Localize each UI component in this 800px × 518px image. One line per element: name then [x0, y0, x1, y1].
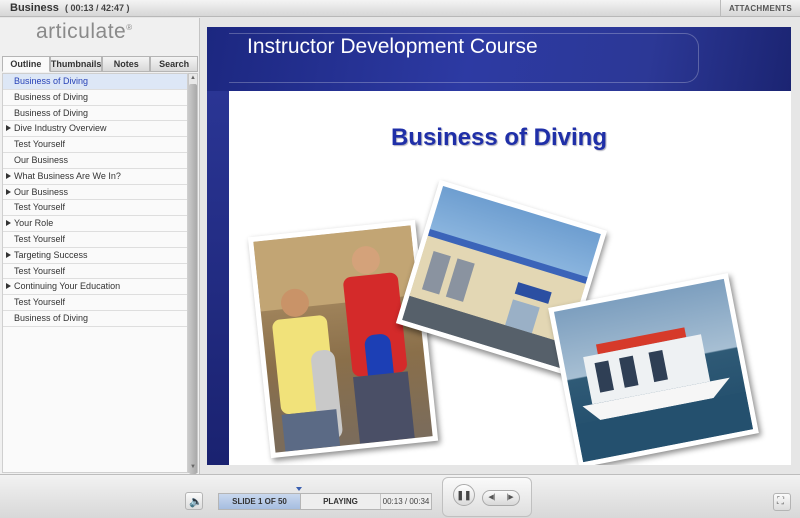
- outline-item-label: Business of Diving: [14, 76, 89, 86]
- outline-item[interactable]: Test Yourself: [3, 137, 187, 153]
- outline-item-label: Business of Diving: [14, 312, 89, 323]
- progress-bar[interactable]: SLIDE 1 OF 50 PLAYING 00:13 / 00:34: [218, 493, 432, 510]
- boat-photo-image: [553, 278, 754, 463]
- scroll-thumb[interactable]: [189, 84, 197, 474]
- pause-icon: ❚❚: [456, 490, 472, 500]
- outline-item-label: Business of Diving: [14, 91, 89, 102]
- outline-item-label: Test Yourself: [14, 139, 66, 150]
- sidebar-tabs: Outline Thumbnails Notes Search: [2, 56, 198, 72]
- course-banner: Instructor Development Course: [207, 27, 791, 91]
- outline-list: Business of Diving Business of Diving Busi…: [2, 73, 188, 473]
- outline-item[interactable]: Business of Diving: [3, 74, 187, 90]
- outline-item-label: Test Yourself: [14, 233, 66, 244]
- speaker-icon: 🔈: [189, 496, 203, 508]
- outline-item-label: Continuing Your Education: [14, 281, 121, 292]
- outline-item-label: Your Role: [14, 218, 54, 229]
- outline-item-label: Test Yourself: [14, 297, 66, 308]
- window-title: Business: [10, 2, 59, 14]
- slide-counter: SLIDE 1 OF 50: [219, 494, 301, 509]
- tab-thumbnails[interactable]: Thumbnails: [49, 56, 103, 72]
- outline-item[interactable]: Our Business: [3, 153, 187, 169]
- outline-item[interactable]: Business of Diving: [3, 90, 187, 106]
- outline-item[interactable]: Dive Industry Overview: [3, 121, 187, 138]
- attachments-button[interactable]: ATTACHMENTS: [720, 0, 800, 17]
- outline-item[interactable]: Test Yourself: [3, 232, 187, 248]
- slide-title: Business of Diving: [390, 124, 608, 151]
- top-bar: Business ( 00:13 / 42:47 ) ATTACHMENTS: [0, 0, 800, 17]
- divers-photo-image: [253, 225, 433, 453]
- outline-item-label: Targeting Success: [14, 249, 88, 260]
- expand-triangle-icon[interactable]: [6, 125, 11, 132]
- scroll-up-arrow-icon[interactable]: ▲: [189, 74, 197, 83]
- outline-item-label: Test Yourself: [14, 265, 66, 276]
- expand-triangle-icon[interactable]: [6, 283, 11, 290]
- outline-item[interactable]: What Business Are We In?: [3, 169, 187, 185]
- expand-triangle-icon[interactable]: [6, 220, 11, 227]
- expand-triangle-icon[interactable]: [6, 251, 11, 258]
- expand-triangle-icon[interactable]: [6, 188, 11, 195]
- boat-illustration: [575, 327, 754, 463]
- outline-item[interactable]: Test Yourself: [3, 264, 187, 280]
- divers-illustration: [253, 225, 418, 452]
- tab-notes[interactable]: Notes: [102, 56, 151, 72]
- outline-item[interactable]: Targeting Success: [3, 248, 187, 264]
- outline-item[interactable]: Business of Diving: [3, 311, 187, 327]
- slide-time: 00:13 / 00:34: [382, 497, 430, 506]
- outline-item-label: Our Business: [14, 186, 69, 197]
- sidebar: articulate® Outline Thumbnails Notes Sea…: [0, 18, 200, 474]
- outline-item-label: What Business Are We In?: [14, 170, 121, 181]
- articulate-logo: articulate®: [36, 20, 133, 44]
- outline-item-label: Business of Diving: [14, 107, 89, 118]
- outline-scrollbar[interactable]: ▲ ▼: [188, 73, 198, 474]
- next-icon[interactable]: |▶: [501, 491, 519, 505]
- outline-item-label: Our Business: [14, 154, 69, 165]
- player-window: Business ( 00:13 / 42:47 ) ATTACHMENTS a…: [0, 0, 800, 518]
- outline-item[interactable]: Our Business: [3, 185, 187, 201]
- logo-mark: ®: [126, 23, 133, 32]
- outline-item-label: Dive Industry Overview: [14, 123, 107, 134]
- pause-button[interactable]: ❚❚: [453, 484, 475, 506]
- volume-button[interactable]: 🔈: [185, 492, 203, 510]
- prev-icon[interactable]: ◀|: [483, 491, 501, 505]
- outline-item[interactable]: Continuing Your Education: [3, 279, 187, 296]
- playhead-marker[interactable]: [296, 487, 303, 491]
- expand-triangle-icon[interactable]: [6, 172, 11, 179]
- outline-item[interactable]: Business of Diving: [3, 106, 187, 122]
- slide-stage: Instructor Development Course Business o…: [207, 27, 791, 465]
- outline-item[interactable]: Test Yourself: [3, 200, 187, 217]
- course-title: Instructor Development Course: [247, 35, 538, 58]
- logo-text: articulate: [36, 20, 127, 43]
- fullscreen-icon: ⛶: [777, 496, 784, 507]
- divers-with-tanks-photo: [247, 219, 439, 459]
- tab-outline[interactable]: Outline: [2, 56, 50, 72]
- prev-next-buttons: ◀| |▶: [482, 490, 520, 506]
- course-time: ( 00:13 / 42:47 ): [65, 3, 130, 13]
- fullscreen-button[interactable]: ⛶: [773, 493, 791, 511]
- outline-item-label: Test Yourself: [14, 202, 66, 213]
- tab-search[interactable]: Search: [150, 56, 198, 72]
- outline-item[interactable]: Test Yourself: [3, 295, 187, 311]
- outline-item[interactable]: Your Role: [3, 216, 187, 232]
- scroll-down-arrow-icon[interactable]: ▼: [189, 463, 197, 472]
- playback-status: PLAYING: [301, 494, 381, 509]
- dive-boat-photo: [548, 273, 759, 465]
